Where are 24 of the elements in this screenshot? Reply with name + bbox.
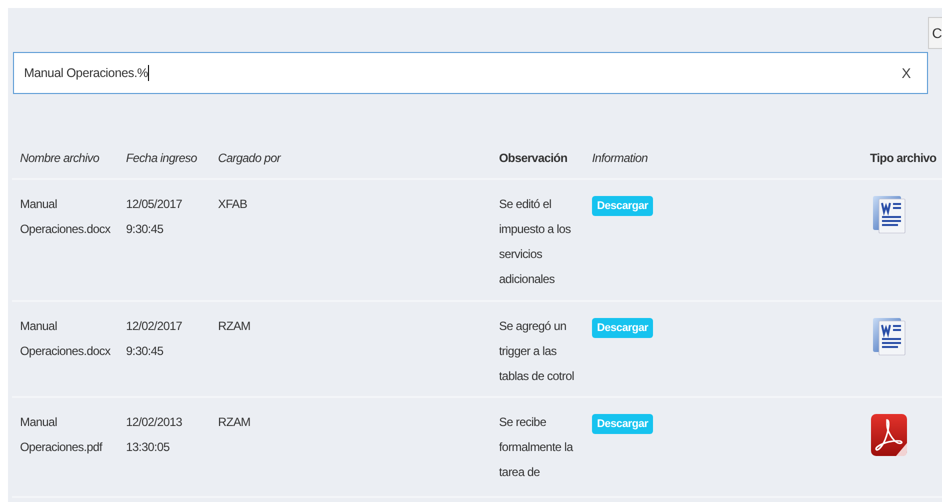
file-name: Manual Operaciones.pdf [20, 414, 102, 456]
upload-date: 12/05/2017 9:30:45 [126, 196, 182, 238]
upload-date: 12/02/2017 9:30:45 [126, 318, 182, 360]
column-header: Fecha ingreso [125, 151, 198, 165]
document-icon [870, 413, 908, 457]
observation-text: Se recibe formalmente la tarea de [499, 414, 574, 481]
upload-date: 12/02/2013 13:30:05 [126, 414, 182, 456]
column-header: Cargado por [217, 151, 282, 165]
column-header: Information [591, 151, 649, 165]
column-header: Observación [498, 151, 568, 165]
column-header: Nombre archivo [19, 151, 100, 165]
uploader: RZAM [218, 319, 250, 333]
observation-text: Se agregó un trigger a las tablas de cotrol [499, 318, 575, 385]
document-icon [870, 317, 906, 357]
file-name: Manual Operaciones.docx [20, 318, 110, 360]
column-header: Tipo archivo [869, 151, 938, 165]
document-icon [870, 195, 906, 235]
clear-button[interactable]: X [900, 65, 913, 81]
observation-text: Se editó el impuesto a los servicios adicionales [499, 196, 572, 288]
top-button[interactable]: C [928, 17, 942, 49]
uploader: RZAM [218, 415, 250, 429]
file-name: Manual Operaciones.docx [20, 196, 110, 238]
search-field[interactable]: Manual Operaciones.% X [13, 52, 928, 94]
uploader: XFAB [218, 197, 248, 211]
